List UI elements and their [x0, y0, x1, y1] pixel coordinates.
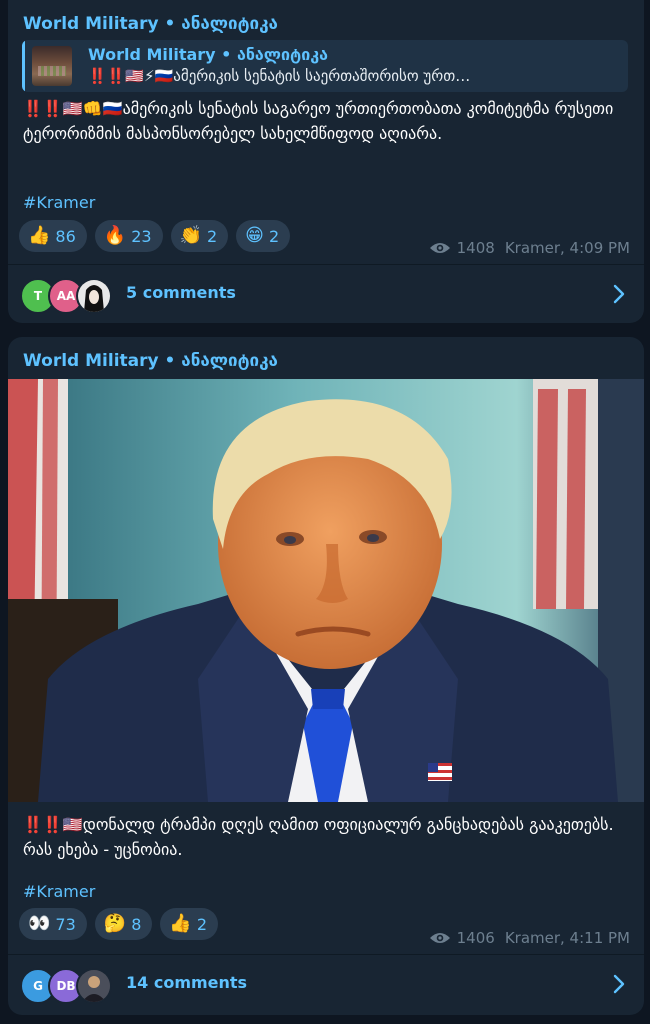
reaction-emoji: 👍 — [28, 225, 51, 246]
chevron-right-icon — [613, 284, 625, 304]
reaction-count: 2 — [206, 226, 218, 246]
reaction-emoji: 👏 — [179, 225, 202, 246]
post-photo[interactable] — [8, 379, 644, 802]
commenter-avatars: T AA — [20, 278, 112, 314]
reaction-count: 2 — [268, 226, 280, 246]
hashtag-link[interactable]: #Kramer — [23, 193, 95, 212]
post-signature: Kramer, 4:11 PM — [504, 929, 630, 947]
view-count: 1408 — [456, 239, 495, 257]
reply-preview[interactable]: World Military • ანალიტიკა ‼️‼️🇺🇸⚡🇷🇺ამერ… — [22, 40, 628, 92]
avatar — [76, 278, 112, 314]
comments-label: 5 comments — [126, 283, 236, 302]
reaction-count: 8 — [131, 914, 142, 934]
reaction-count: 73 — [55, 914, 76, 934]
reaction-count: 23 — [131, 226, 152, 246]
post-text: ‼️‼️🇺🇸დონალდ ტრამპი დღეს ღამით ოფიციალურ… — [23, 815, 614, 859]
reaction-count: 2 — [196, 914, 207, 934]
reaction-button[interactable]: 🔥 23 — [94, 220, 163, 252]
comments-button[interactable]: G DB 14 comments — [8, 955, 644, 1013]
reactions-row: 👀 73 🤔 8 👍 2 — [19, 908, 218, 940]
channel-name[interactable]: World Military • ანალიტიკა — [23, 351, 278, 371]
reaction-emoji: 👍 — [169, 913, 192, 934]
reaction-emoji: 🔥 — [103, 225, 127, 246]
comments-button[interactable]: T AA 5 comments — [8, 265, 644, 323]
reaction-emoji: 🤔 — [103, 913, 127, 934]
view-count: 1406 — [456, 929, 495, 947]
reaction-button[interactable]: 🤔 8 — [94, 908, 153, 940]
comments-label: 14 comments — [126, 973, 248, 992]
reaction-button[interactable]: 😁 2 — [236, 220, 291, 252]
reaction-button[interactable]: 👍 2 — [160, 908, 218, 940]
chevron-right-icon — [613, 974, 625, 994]
eye-icon — [429, 243, 450, 253]
channel-name[interactable]: World Military • ანალიტიკა — [23, 14, 278, 34]
eye-icon — [429, 933, 450, 943]
post-signature: Kramer, 4:09 PM — [504, 239, 630, 257]
channel-post: World Military • ანალიტიკა World Militar… — [8, 0, 644, 323]
reaction-button[interactable]: 👏 2 — [170, 220, 229, 252]
reaction-button[interactable]: 👀 73 — [19, 908, 87, 940]
post-meta: 1408 Kramer, 4:09 PM — [429, 239, 630, 257]
reply-title: World Military • ანალიტიკა — [88, 45, 328, 64]
reply-text: ‼️‼️🇺🇸⚡🇷🇺ამერიკის სენატის საერთაშორისო უ… — [88, 67, 471, 85]
post-meta: 1406 Kramer, 4:11 PM — [429, 929, 630, 947]
channel-post: World Military • ანალიტიკა ‼️‼️🇺🇸დონალდ … — [8, 337, 644, 1015]
commenter-avatars: G DB — [20, 968, 112, 1004]
avatar — [76, 968, 112, 1004]
post-text: ‼️‼️🇺🇸👊🇷🇺ამერიკის სენატის საგარეო ურთიერ… — [23, 99, 614, 143]
reaction-button[interactable]: 👍 86 — [19, 220, 87, 252]
reactions-row: 👍 86 🔥 23 👏 2 😁 2 — [19, 220, 291, 252]
reply-accent-bar — [22, 40, 25, 92]
reaction-emoji: 😁 — [245, 225, 264, 246]
reply-thumbnail — [32, 46, 72, 86]
reaction-count: 86 — [55, 226, 76, 246]
reaction-emoji: 👀 — [28, 913, 51, 934]
hashtag-link[interactable]: #Kramer — [23, 882, 95, 901]
